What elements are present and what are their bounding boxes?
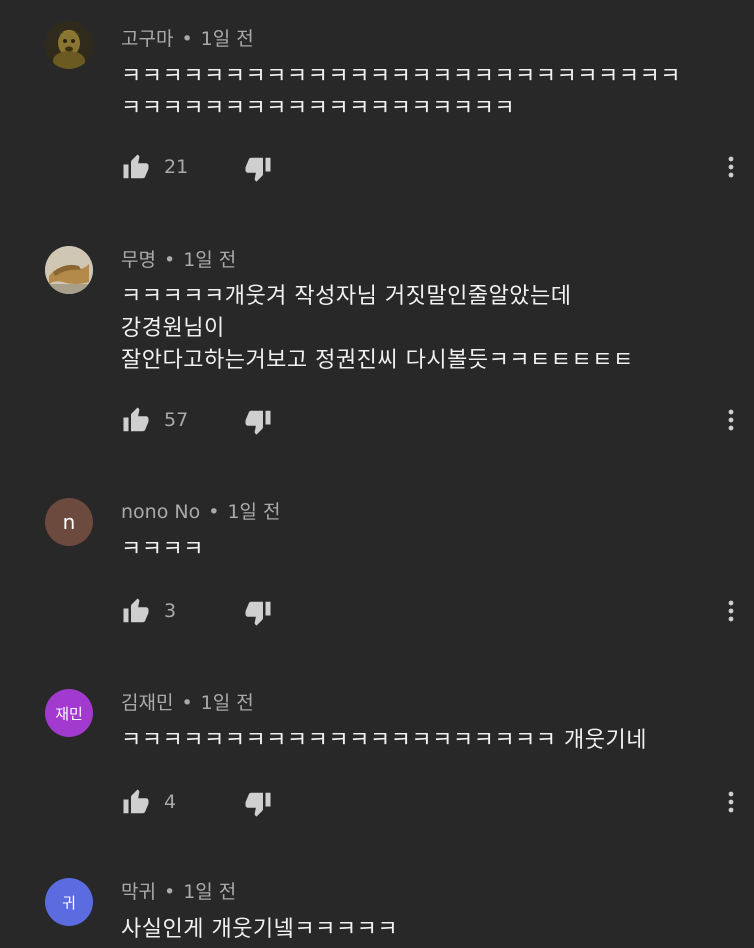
author-name[interactable]: 김재민 (121, 692, 173, 714)
user-avatar-image-icon (45, 21, 93, 69)
like-count: 21 (164, 156, 189, 178)
more-vertical-icon[interactable] (724, 596, 738, 626)
like-count: 3 (164, 600, 177, 622)
comment-line: ㅋㅋㅋㅋㅋㅋㅋㅋㅋㅋㅋㅋㅋㅋㅋㅋㅋㅋㅋㅋㅋㅋㅋㅋㅋㅋㅋ (121, 64, 681, 89)
thumbs-down-icon[interactable] (243, 154, 273, 184)
separator-dot: • (163, 881, 176, 903)
comment-text: ㅋㅋㅋㅋ (121, 534, 204, 566)
author-name[interactable]: 고구마 (121, 28, 173, 50)
comment-line: 잘안다고하는거보고 정권진씨 다시볼듯ㅋㅋㅌㅌㅌㅌㅌ (121, 348, 634, 373)
avatar-letter: 재민 (55, 704, 83, 723)
separator-dot: • (208, 501, 220, 523)
comment-meta: nono No • 1일 전 (121, 500, 281, 524)
comment-time: 1일 전 (200, 692, 254, 714)
comment-actions: 4 (121, 787, 741, 817)
comment-list: 고구마 • 1일 전 ㅋㅋㅋㅋㅋㅋㅋㅋㅋㅋㅋㅋㅋㅋㅋㅋㅋㅋㅋㅋㅋㅋㅋㅋㅋㅋㅋ ㅋㅋㅋ… (0, 0, 754, 948)
comment-text: ㅋㅋㅋㅋㅋㅋㅋㅋㅋㅋㅋㅋㅋㅋㅋㅋㅋㅋㅋㅋㅋㅋㅋㅋㅋㅋㅋ ㅋㅋㅋㅋㅋㅋㅋㅋㅋㅋㅋㅋ… (121, 61, 681, 125)
comment-line: 강경원님이 (121, 316, 225, 341)
like-count: 57 (164, 409, 189, 431)
more-vertical-icon[interactable] (724, 152, 738, 182)
thumbs-up-icon[interactable] (121, 152, 151, 182)
avatar[interactable]: 귀 (45, 878, 93, 926)
comment-actions: 21 (121, 152, 741, 182)
author-name[interactable]: nono No (121, 501, 200, 523)
comment-actions: 57 (121, 405, 741, 435)
thumbs-down-icon[interactable] (243, 789, 273, 819)
comment-actions: 3 (121, 596, 741, 626)
comment-text: ㅋㅋㅋㅋㅋ개웃겨 작성자님 거짓말인줄알았는데 강경원님이 잘안다고하는거보고 … (121, 281, 634, 377)
thumbs-up-icon[interactable] (121, 596, 151, 626)
comment-time: 1일 전 (183, 881, 237, 903)
comment-line: ㅋㅋㅋㅋㅋ개웃겨 작성자님 거짓말인줄알았는데 (121, 284, 572, 309)
avatar[interactable]: 재민 (45, 689, 93, 737)
user-avatar-image-icon (45, 246, 93, 294)
thumbs-up-icon[interactable] (121, 405, 151, 435)
avatar[interactable] (45, 21, 93, 69)
comment-meta: 김재민 • 1일 전 (121, 691, 254, 715)
comment-line: 사실인게 개웃기넼ㅋㅋㅋㅋㅋ (121, 917, 399, 942)
avatar[interactable]: n (45, 498, 93, 546)
comment-line: ㅋㅋㅋㅋㅋㅋㅋㅋㅋㅋㅋㅋㅋㅋㅋㅋㅋㅋㅋㅋㅋ 개웃기네 (121, 728, 647, 753)
comment-meta: 막귀 • 1일 전 (121, 880, 236, 904)
separator-dot: • (181, 28, 193, 50)
avatar-letter: 귀 (62, 893, 76, 912)
comment-time: 1일 전 (200, 28, 254, 50)
author-name[interactable]: 막귀 (121, 881, 156, 903)
avatar[interactable] (45, 246, 93, 294)
comment-text: ㅋㅋㅋㅋㅋㅋㅋㅋㅋㅋㅋㅋㅋㅋㅋㅋㅋㅋㅋㅋㅋ 개웃기네 (121, 725, 647, 757)
thumbs-up-icon[interactable] (121, 787, 151, 817)
comment-text: 사실인게 개웃기넼ㅋㅋㅋㅋㅋ (121, 914, 398, 946)
comment-time: 1일 전 (227, 501, 281, 523)
more-vertical-icon[interactable] (724, 405, 738, 435)
thumbs-down-icon[interactable] (243, 598, 273, 628)
separator-dot: • (163, 249, 176, 271)
more-vertical-icon[interactable] (724, 787, 738, 817)
avatar-letter: n (62, 510, 76, 534)
comment-meta: 고구마 • 1일 전 (121, 27, 254, 51)
comment-meta: 무명 • 1일 전 (121, 248, 236, 272)
like-count: 4 (164, 791, 177, 813)
comment-line: ㅋㅋㅋㅋ (121, 537, 204, 562)
comment-time: 1일 전 (183, 249, 237, 271)
separator-dot: • (181, 692, 193, 714)
author-name[interactable]: 무명 (121, 249, 156, 271)
thumbs-down-icon[interactable] (243, 407, 273, 437)
comment-line: ㅋㅋㅋㅋㅋㅋㅋㅋㅋㅋㅋㅋㅋㅋㅋㅋㅋㅋㅋ (121, 96, 516, 121)
